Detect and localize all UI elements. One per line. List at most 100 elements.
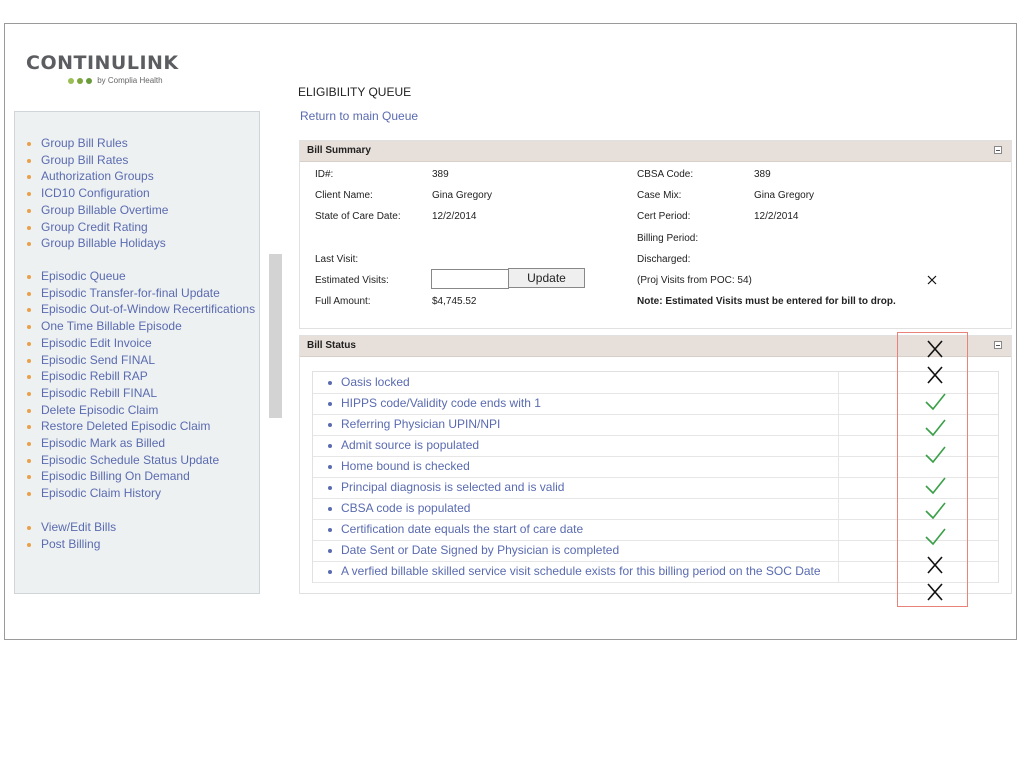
sidebar-item[interactable]: Delete Episodic Claim — [26, 402, 255, 419]
status-row: CBSA code is populated — [313, 498, 998, 520]
cbsa-code-label: CBSA Code: — [637, 169, 694, 180]
x-icon — [924, 364, 946, 386]
sidebar-item[interactable]: Episodic Transfer-for-final Update — [26, 285, 255, 302]
soc-date-label: State of Care Date: — [315, 211, 401, 222]
status-cell-divider — [838, 435, 839, 456]
bill-summary-collapse-icon[interactable] — [994, 146, 1002, 154]
logo: CONTINULINK by Complia Health — [26, 52, 179, 85]
sidebar-group-bills: View/Edit Bills Post Billing — [26, 519, 116, 552]
check-icon — [924, 417, 946, 439]
status-row: Principal diagnosis is selected and is v… — [313, 477, 998, 499]
sidebar-item[interactable]: Episodic Schedule Status Update — [26, 452, 255, 469]
sidebar-item[interactable]: Episodic Send FINAL — [26, 352, 255, 369]
status-item-text: CBSA code is populated — [341, 501, 471, 515]
sidebar-item[interactable]: Episodic Queue — [26, 268, 255, 285]
sidebar-item[interactable]: Group Billable Overtime — [26, 202, 168, 219]
x-icon — [924, 338, 946, 360]
sidebar-group-episodic: Episodic Queue Episodic Transfer-for-fina… — [26, 268, 255, 502]
status-row: Admit source is populated — [313, 435, 998, 457]
bill-summary-title: Bill Summary — [307, 145, 371, 156]
sidebar-item[interactable]: Episodic Billing On Demand — [26, 468, 255, 485]
estimated-visits-input[interactable] — [431, 269, 509, 289]
bullet-icon — [328, 444, 332, 448]
status-cell-divider — [838, 393, 839, 414]
status-item-text: Oasis locked — [341, 375, 410, 389]
page-title: ELIGIBILITY QUEUE — [298, 85, 412, 99]
status-cell-divider — [838, 540, 839, 561]
sidebar-item[interactable]: Episodic Rebill RAP — [26, 368, 255, 385]
logo-dot-icon — [77, 77, 83, 84]
billing-period-label: Billing Period: — [637, 233, 699, 244]
status-row: A verfied billable skilled service visit… — [313, 561, 998, 583]
sidebar-item[interactable]: Episodic Claim History — [26, 485, 255, 502]
last-visit-label: Last Visit: — [315, 254, 359, 265]
status-row: Certification date equals the start of c… — [313, 519, 998, 541]
check-icon — [924, 475, 946, 497]
client-name-label: Client Name: — [315, 190, 373, 201]
projected-visits-text: (Proj Visits from POC: 54) — [637, 275, 752, 286]
case-mix-value: Gina Gregory — [754, 190, 815, 201]
bill-status-title: Bill Status — [307, 340, 356, 351]
bullet-icon — [328, 486, 332, 490]
status-item-text: Home bound is checked — [341, 459, 470, 473]
status-cell-divider — [838, 498, 839, 519]
x-icon — [924, 554, 946, 576]
sidebar-item[interactable]: Episodic Mark as Billed — [26, 435, 255, 452]
full-amount-label: Full Amount: — [315, 296, 371, 307]
status-item-text: Referring Physician UPIN/NPI — [341, 417, 501, 431]
check-icon — [924, 444, 946, 466]
check-icon — [924, 391, 946, 413]
status-cell-divider — [838, 414, 839, 435]
logo-tagline-row: by Complia Health — [68, 76, 163, 85]
id-value: 389 — [432, 169, 449, 180]
sidebar-item[interactable]: One Time Billable Episode — [26, 318, 255, 335]
case-mix-label: Case Mix: — [637, 190, 682, 201]
bill-status-collapse-icon[interactable] — [994, 341, 1002, 349]
logo-dot-icon — [68, 77, 74, 84]
sidebar-item[interactable]: Group Bill Rates — [26, 152, 168, 169]
status-cell-divider — [838, 519, 839, 540]
full-amount-value: $4,745.52 — [432, 296, 477, 307]
sidebar-item[interactable]: ICD10 Configuration — [26, 185, 168, 202]
logo-wordmark: CONTINULINK — [26, 52, 179, 74]
sidebar-item[interactable]: Group Bill Rules — [26, 135, 168, 152]
bullet-icon — [328, 402, 332, 406]
sidebar-nav: Group Bill Rules Group Bill Rates Authoriz… — [14, 111, 260, 594]
status-row: Date Sent or Date Signed by Physician is… — [313, 540, 998, 562]
cert-period-label: Cert Period: — [637, 211, 691, 222]
status-item-text: A verfied billable skilled service visit… — [341, 564, 821, 578]
status-row: Oasis locked — [313, 372, 998, 394]
sidebar-item[interactable]: Authorization Groups — [26, 168, 168, 185]
soc-date-value: 12/2/2014 — [432, 211, 477, 222]
sidebar-item[interactable]: Group Credit Rating — [26, 219, 168, 236]
status-row: Home bound is checked — [313, 456, 998, 478]
cert-period-value: 12/2/2014 — [754, 211, 799, 222]
bill-status-table: Oasis locked HIPPS code/Validity code end… — [312, 371, 999, 583]
sidebar-item[interactable]: Episodic Out-of-Window Recertifications — [26, 301, 255, 318]
sidebar-item[interactable]: Restore Deleted Episodic Claim — [26, 418, 255, 435]
check-icon — [924, 526, 946, 548]
bullet-icon — [328, 528, 332, 532]
sidebar-item[interactable]: View/Edit Bills — [26, 519, 116, 536]
sidebar-item[interactable]: Group Billable Holidays — [26, 235, 168, 252]
id-label: ID#: — [315, 169, 334, 180]
status-cell-divider — [838, 561, 839, 582]
bullet-icon — [328, 549, 332, 553]
sidebar-item[interactable]: Episodic Edit Invoice — [26, 335, 255, 352]
logo-dot-icon — [86, 77, 92, 84]
status-item-text: Admit source is populated — [341, 438, 480, 452]
sidebar-item[interactable]: Post Billing — [26, 536, 116, 553]
return-to-queue-link[interactable]: Return to main Queue — [300, 109, 418, 123]
bullet-icon — [328, 465, 332, 469]
sidebar-scrollbar[interactable] — [269, 254, 282, 418]
bill-summary-header: Bill Summary — [300, 141, 1011, 162]
bullet-icon — [328, 570, 332, 574]
update-button[interactable]: Update — [508, 268, 585, 288]
x-icon — [924, 581, 946, 603]
sidebar-item[interactable]: Episodic Rebill FINAL — [26, 385, 255, 402]
bullet-icon — [328, 507, 332, 511]
estimated-visits-note: Note: Estimated Visits must be entered f… — [637, 296, 896, 307]
bullet-icon — [328, 423, 332, 427]
client-name-value: Gina Gregory — [432, 190, 493, 201]
status-item-text: HIPPS code/Validity code ends with 1 — [341, 396, 541, 410]
